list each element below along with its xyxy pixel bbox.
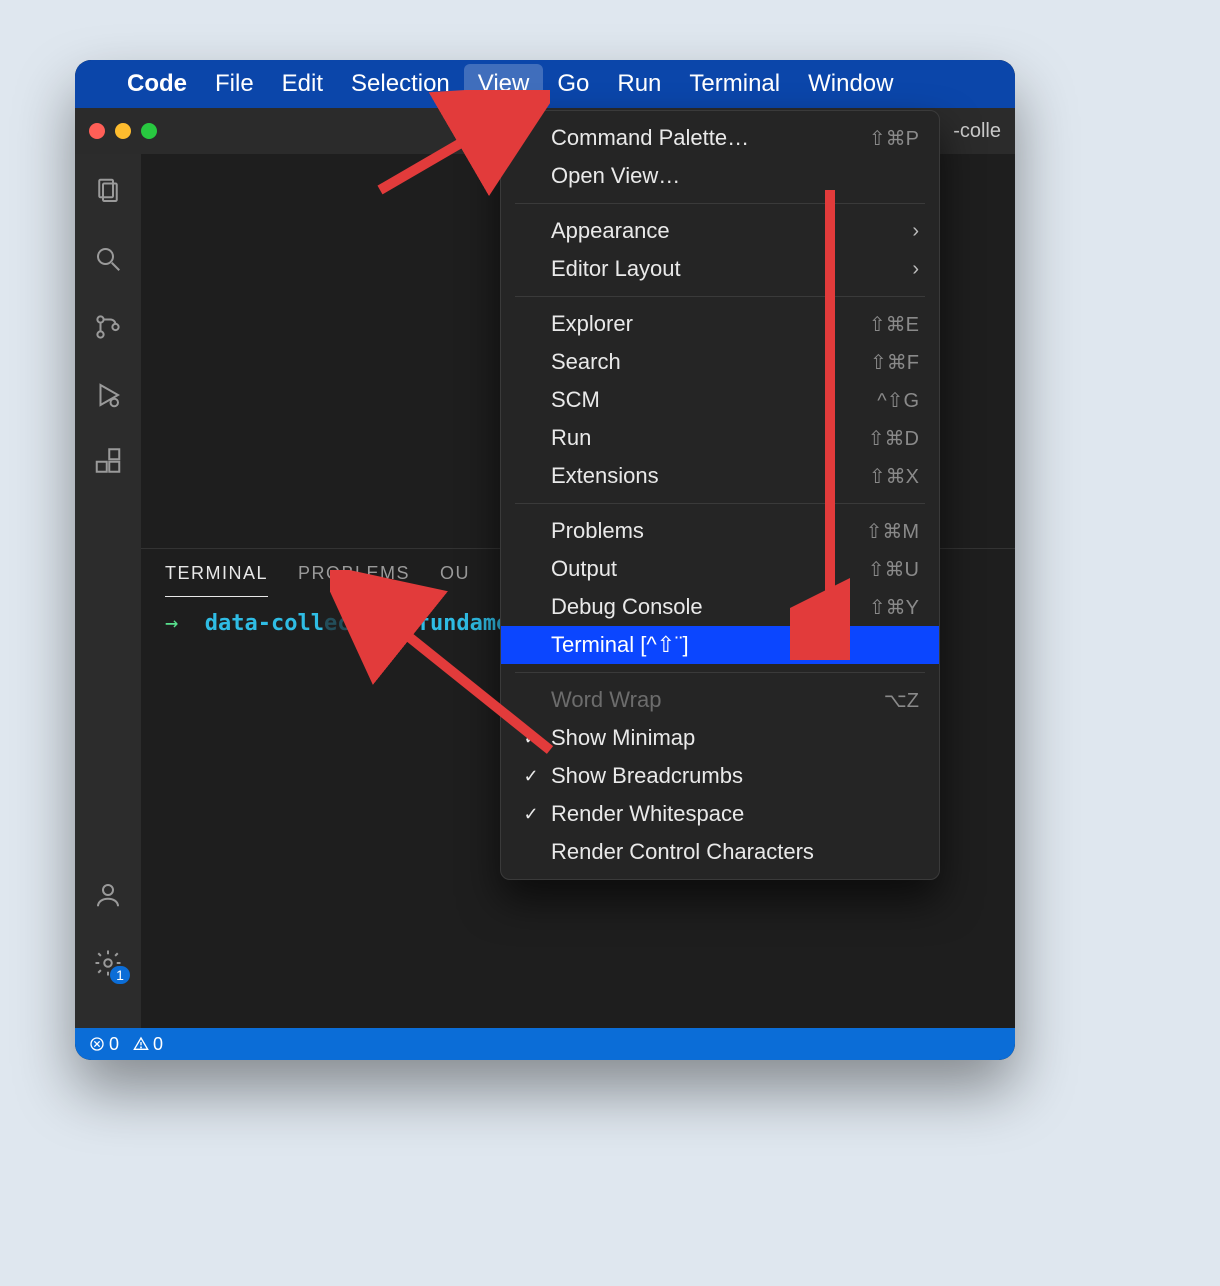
terminal-prompt-arrow: → — [165, 611, 178, 636]
menu-item-output[interactable]: Output ⇧⌘U — [501, 550, 939, 588]
menu-item-appearance[interactable]: Appearance › — [501, 212, 939, 250]
status-errors[interactable]: 0 — [89, 1034, 119, 1055]
menu-run[interactable]: Run — [603, 64, 675, 104]
tab-output[interactable]: OU — [440, 563, 470, 597]
menu-item-label: Terminal [^⇧¨] — [551, 632, 909, 658]
settings-gear-icon[interactable]: 1 — [91, 946, 125, 980]
menu-item-shortcut: ⇧⌘D — [868, 426, 919, 451]
window-title: -colle — [953, 120, 1001, 143]
menu-go[interactable]: Go — [543, 64, 603, 104]
menu-item-label: Appearance — [551, 218, 902, 244]
menu-view[interactable]: View — [464, 64, 544, 104]
search-icon[interactable] — [91, 242, 125, 276]
menu-item-shortcut: ⇧⌘E — [869, 312, 919, 337]
macos-menubar: Code File Edit Selection View Go Run Ter… — [75, 60, 1015, 108]
menu-item-label: Show Minimap — [551, 725, 909, 751]
chevron-right-icon: › — [912, 258, 919, 281]
source-control-icon[interactable] — [91, 310, 125, 344]
menu-item-label: Command Palette… — [551, 125, 859, 151]
minimize-window-button[interactable] — [115, 123, 131, 139]
menu-item-label: Render Control Characters — [551, 839, 909, 865]
close-window-button[interactable] — [89, 123, 105, 139]
menu-item-shortcut: ⇧⌘X — [869, 464, 919, 489]
traffic-lights — [89, 123, 157, 139]
menu-terminal[interactable]: Terminal — [675, 64, 794, 104]
menu-item-terminal[interactable]: Terminal [^⇧¨] — [501, 626, 939, 664]
accounts-icon[interactable] — [91, 878, 125, 912]
chevron-right-icon: › — [912, 220, 919, 243]
check-icon: ✓ — [521, 766, 541, 787]
menu-item-command-palette[interactable]: Command Palette… ⇧⌘P — [501, 119, 939, 157]
menu-item-label: Word Wrap — [551, 687, 874, 713]
menu-item-render-control-characters[interactable]: Render Control Characters — [501, 833, 939, 871]
menu-item-label: Debug Console — [551, 594, 859, 620]
menu-item-shortcut: ⇧⌘F — [870, 350, 919, 375]
menu-code[interactable]: Code — [113, 64, 201, 104]
menu-item-word-wrap: Word Wrap ⌥Z — [501, 681, 939, 719]
menu-item-show-breadcrumbs[interactable]: ✓ Show Breadcrumbs — [501, 757, 939, 795]
warning-count: 0 — [153, 1034, 163, 1055]
menu-separator — [515, 296, 925, 297]
status-bar: 0 0 — [75, 1028, 1015, 1060]
menu-item-label: Explorer — [551, 311, 859, 337]
explorer-icon[interactable] — [91, 174, 125, 208]
status-warnings[interactable]: 0 — [133, 1034, 163, 1055]
zoom-window-button[interactable] — [141, 123, 157, 139]
menu-item-problems[interactable]: Problems ⇧⌘M — [501, 512, 939, 550]
menu-item-explorer[interactable]: Explorer ⇧⌘E — [501, 305, 939, 343]
menu-item-shortcut: ⇧⌘M — [866, 519, 919, 544]
menu-item-label: Open View… — [551, 163, 909, 189]
menu-separator — [515, 672, 925, 673]
menu-item-shortcut: ⌥Z — [884, 688, 919, 713]
activity-bar: 1 — [75, 154, 141, 1028]
menu-item-show-minimap[interactable]: ✓ Show Minimap — [501, 719, 939, 757]
tab-terminal[interactable]: TERMINAL — [165, 563, 268, 597]
run-debug-icon[interactable] — [91, 378, 125, 412]
menu-item-label: Editor Layout — [551, 256, 902, 282]
menu-item-label: Problems — [551, 518, 856, 544]
menu-selection[interactable]: Selection — [337, 64, 464, 104]
menu-item-debug-console[interactable]: Debug Console ⇧⌘Y — [501, 588, 939, 626]
menu-item-label: Extensions — [551, 463, 859, 489]
settings-badge: 1 — [110, 966, 130, 984]
menu-file[interactable]: File — [201, 64, 268, 104]
check-icon: ✓ — [521, 728, 541, 749]
terminal-dir: data-coll — [205, 611, 324, 636]
menu-item-shortcut: ⇧⌘P — [869, 126, 919, 151]
menu-item-label: Render Whitespace — [551, 801, 909, 827]
menu-item-extensions[interactable]: Extensions ⇧⌘X — [501, 457, 939, 495]
menu-separator — [515, 203, 925, 204]
menu-item-label: Run — [551, 425, 858, 451]
terminal-dir-rest: tion-fundame — [350, 611, 509, 636]
menu-item-render-whitespace[interactable]: ✓ Render Whitespace — [501, 795, 939, 833]
menu-item-scm[interactable]: SCM ^⇧G — [501, 381, 939, 419]
menu-item-label: Output — [551, 556, 858, 582]
menu-item-run[interactable]: Run ⇧⌘D — [501, 419, 939, 457]
menu-item-shortcut: ⇧⌘U — [868, 557, 919, 582]
menu-item-open-view[interactable]: Open View… — [501, 157, 939, 195]
extensions-icon[interactable] — [91, 446, 125, 480]
menu-item-label: SCM — [551, 387, 867, 413]
view-menu-dropdown: Command Palette… ⇧⌘P Open View… Appearance ›… — [500, 110, 940, 880]
menu-separator — [515, 503, 925, 504]
menu-item-label: Show Breadcrumbs — [551, 763, 909, 789]
menu-item-shortcut: ⇧⌘Y — [869, 595, 919, 620]
menu-item-label: Search — [551, 349, 860, 375]
menu-item-shortcut: ^⇧G — [877, 388, 919, 413]
menu-edit[interactable]: Edit — [268, 64, 337, 104]
error-count: 0 — [109, 1034, 119, 1055]
menu-window[interactable]: Window — [794, 64, 907, 104]
tab-problems[interactable]: PROBLEMS — [298, 563, 410, 597]
check-icon: ✓ — [521, 804, 541, 825]
menu-item-editor-layout[interactable]: Editor Layout › — [501, 250, 939, 288]
menu-item-search[interactable]: Search ⇧⌘F — [501, 343, 939, 381]
